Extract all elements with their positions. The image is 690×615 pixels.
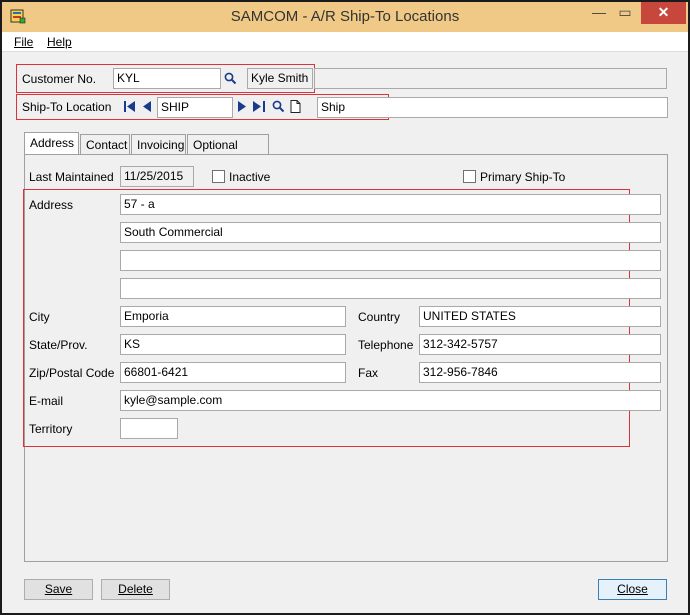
first-record-icon[interactable]: [124, 101, 136, 112]
address-line-1-input[interactable]: 57 - a: [120, 194, 661, 215]
tab-address[interactable]: Address: [24, 132, 79, 156]
primary-shipto-label: Primary Ship-To: [480, 170, 566, 184]
country-input[interactable]: UNITED STATES: [419, 306, 661, 327]
last-record-icon[interactable]: [253, 101, 265, 112]
tab-optional-fields[interactable]: Optional Fields: [187, 134, 269, 166]
tab-contact[interactable]: Contact: [80, 134, 130, 155]
previous-record-icon[interactable]: [143, 101, 151, 112]
minimize-button[interactable]: —: [586, 2, 612, 24]
email-label: E-mail: [29, 394, 64, 408]
shipto-location-input[interactable]: SHIP: [157, 97, 233, 118]
territory-label: Territory: [29, 422, 73, 436]
maximize-button[interactable]: ▭: [612, 2, 638, 24]
customer-finder-search-icon[interactable]: [224, 72, 237, 85]
customer-no-label: Customer No.: [22, 72, 97, 86]
menu-file-label: File: [14, 35, 34, 49]
next-record-icon[interactable]: [238, 101, 246, 112]
telephone-label: Telephone: [358, 338, 414, 352]
primary-shipto-checkbox[interactable]: [463, 170, 476, 183]
email-input[interactable]: kyle@sample.com: [120, 390, 661, 411]
delete-button[interactable]: Delete: [101, 579, 170, 600]
address-line-4-input[interactable]: [120, 278, 661, 299]
last-maintained-field: 11/25/2015: [120, 166, 194, 187]
new-document-icon[interactable]: [290, 100, 301, 113]
save-button-label: Save: [44, 582, 73, 596]
address-label: Address: [29, 198, 74, 212]
address-line-2-input[interactable]: South Commercial: [120, 222, 661, 243]
state-input[interactable]: KS: [120, 334, 346, 355]
country-label: Country: [358, 310, 401, 324]
window-close-button[interactable]: ✕: [641, 2, 686, 24]
tab-contact-label: Contact: [86, 138, 128, 152]
fax-input[interactable]: 312-956-7846: [419, 362, 661, 383]
delete-button-label: Delete: [118, 582, 153, 596]
telephone-input[interactable]: 312-342-5757: [419, 334, 661, 355]
territory-input[interactable]: [120, 418, 178, 439]
menu-help[interactable]: Help: [47, 35, 72, 49]
close-button[interactable]: Close: [598, 579, 667, 600]
app-window: SAMCOM - A/R Ship-To Locations — ▭ ✕ Fil…: [0, 0, 690, 615]
menu-file[interactable]: File: [14, 35, 33, 49]
customer-no-input[interactable]: KYL: [113, 68, 221, 89]
menu-help-label: Help: [47, 35, 72, 49]
customer-name-field: Kyle Smith: [247, 68, 313, 89]
address-line-3-input[interactable]: [120, 250, 661, 271]
tab-invoicing[interactable]: Invoicing: [131, 134, 186, 155]
zip-input[interactable]: 66801-6421: [120, 362, 346, 383]
inactive-checkbox[interactable]: [212, 170, 225, 183]
customer-name-extension: [314, 68, 667, 89]
fax-label: Fax: [358, 366, 379, 380]
tab-invoicing-label: Invoicing: [137, 138, 185, 152]
last-maintained-label: Last Maintained: [29, 170, 114, 184]
shipto-location-label: Ship-To Location: [22, 100, 112, 114]
title-bar[interactable]: SAMCOM - A/R Ship-To Locations — ▭ ✕: [2, 2, 688, 32]
city-input[interactable]: Emporia: [120, 306, 346, 327]
save-button[interactable]: Save: [24, 579, 93, 600]
shipto-finder-search-icon[interactable]: [272, 100, 285, 113]
state-label: State/Prov.: [29, 338, 88, 352]
city-label: City: [29, 310, 50, 324]
inactive-label: Inactive: [229, 170, 271, 184]
zip-label: Zip/Postal Code: [29, 366, 115, 380]
tab-address-label: Address: [30, 136, 75, 150]
menu-bar: File Help: [2, 32, 688, 52]
close-button-label: Close: [617, 582, 648, 596]
shipto-description-input[interactable]: Ship: [317, 97, 668, 118]
